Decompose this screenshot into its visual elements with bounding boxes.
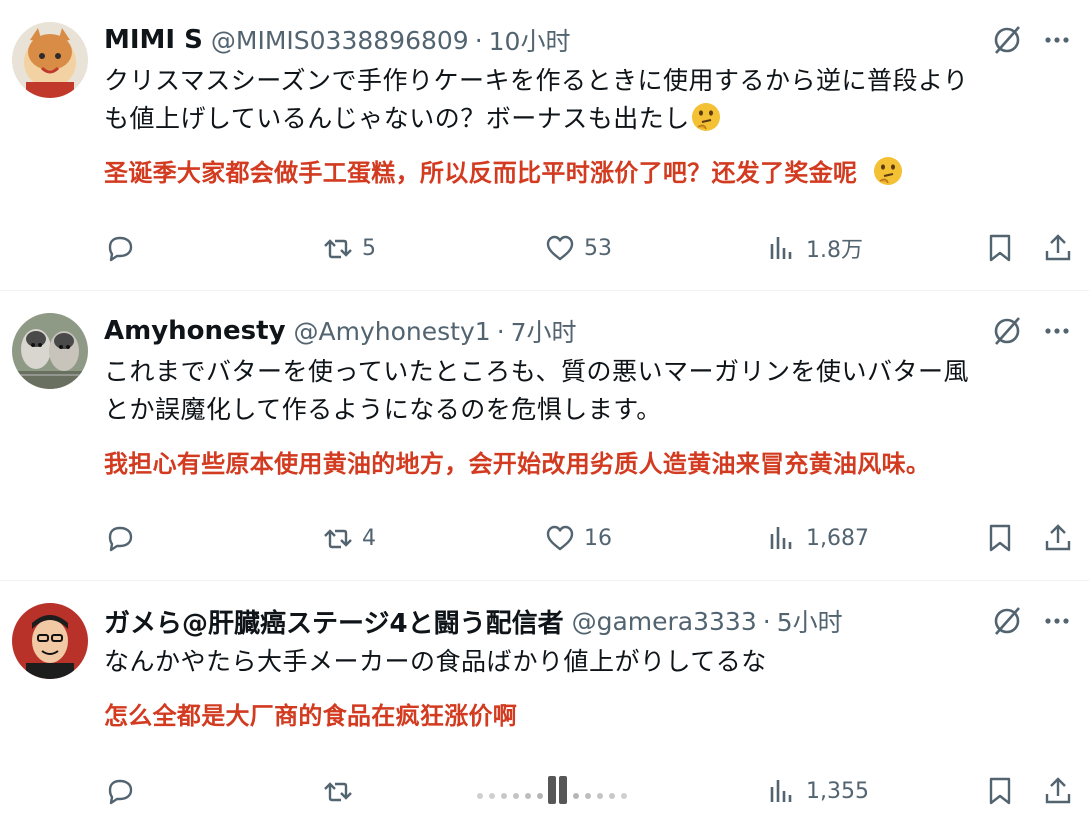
share-button[interactable] (1042, 518, 1074, 558)
views-icon (770, 780, 792, 802)
like-icon (546, 235, 574, 261)
reply-icon (108, 236, 133, 262)
tweet-text-line: これまでバターを使っていたところも、質の悪いマーガリンを使いバター風 (104, 357, 970, 386)
like-count: 16 (584, 525, 612, 551)
grok-icon[interactable] (991, 605, 1023, 637)
views-icon (770, 527, 792, 549)
retweet-count: 5 (362, 235, 376, 261)
action-bar: 4 16 1,687 (104, 518, 1079, 558)
reply-button[interactable] (104, 518, 136, 558)
retweet-icon (324, 239, 352, 259)
retweet-button[interactable]: 4 (322, 518, 376, 558)
bookmark-icon (989, 777, 1011, 805)
tweet-text-line: とか誤魔化して作るようになるのを危惧します。 (104, 395, 662, 424)
share-icon (1045, 777, 1071, 804)
reply-icon (108, 779, 133, 805)
display-name[interactable]: MIMI S (104, 25, 203, 55)
user-handle[interactable]: @gamera3333 (572, 607, 757, 636)
avatar[interactable] (12, 313, 88, 389)
display-name[interactable]: Amyhonesty (104, 316, 286, 346)
timestamp[interactable]: 10小时 (489, 22, 571, 58)
like-icon (546, 525, 574, 551)
bookmark-icon (989, 524, 1011, 552)
avatar[interactable] (12, 603, 88, 679)
views-button[interactable]: 1,355 (766, 771, 869, 811)
share-button[interactable] (1042, 771, 1074, 811)
bookmark-button[interactable] (984, 228, 1016, 268)
grok-icon[interactable] (991, 24, 1023, 56)
translation-text: 我担心有些原本使用黄油的地方，会开始改用劣质人造黄油来冒充黄油风味。 (104, 450, 931, 478)
tweet-text-line: なんかやたら大手メーカーの食品ばかり値上がりしてるな (104, 647, 767, 676)
tweet-text: なんかやたら大手メーカーの食品ばかり値上がりしてるな (104, 643, 1064, 681)
translation-text: 怎么全都是大厂商的食品在疯狂涨价啊 (104, 702, 518, 730)
tweet-header: Amyhonesty @Amyhonesty1 · 7小时 (104, 313, 577, 349)
bookmark-button[interactable] (984, 518, 1016, 558)
display-name[interactable]: ガメら@肝臓癌ステージ4と闘う配信者 (104, 603, 564, 640)
user-handle[interactable]: @MIMIS0338896809 (211, 26, 469, 55)
reply-button[interactable] (104, 771, 136, 811)
tweet-text-line: クリスマスシーズンで手作りケーキを作るときに使用するから逆に普段より (104, 66, 969, 95)
bookmark-icon (989, 234, 1011, 262)
separator: · (762, 606, 771, 636)
views-count: 1.8万 (806, 238, 863, 263)
tweet-header: ガメら@肝臓癌ステージ4と闘う配信者 @gamera3333 · 5小时 (104, 603, 843, 639)
views-count: 1,687 (806, 525, 869, 551)
share-icon (1045, 524, 1071, 551)
thinking-face-icon (691, 103, 720, 131)
tweet-text-line: も値上げしているんじゃないの？ボーナスも出たし (104, 100, 1064, 138)
reply-icon (108, 526, 133, 552)
views-button[interactable]: 1.8万 (766, 228, 863, 268)
reply-button[interactable] (104, 228, 136, 268)
like-button[interactable]: 53 (544, 228, 612, 268)
views-icon (770, 237, 792, 259)
tweet[interactable]: Amyhonesty @Amyhonesty1 · 7小时 これまでバターを使っ… (0, 291, 1089, 580)
retweet-button[interactable]: 5 (322, 228, 376, 268)
like-count: 53 (584, 235, 612, 261)
views-button[interactable]: 1,687 (766, 518, 869, 558)
user-handle[interactable]: @Amyhonesty1 (294, 317, 491, 346)
separator: · (474, 25, 483, 55)
tweet[interactable]: MIMI S @MIMIS0338896809 · 10小时 クリスマスシーズン… (0, 0, 1089, 290)
grok-icon[interactable] (991, 315, 1023, 347)
tweet-text: クリスマスシーズンで手作りケーキを作るときに使用するから逆に普段より も値上げし… (104, 62, 1064, 138)
watermark-logo (477, 776, 627, 804)
views-count: 1,355 (806, 778, 869, 804)
retweet-count: 4 (362, 525, 376, 551)
separator: · (496, 316, 505, 346)
thinking-face-icon (873, 157, 902, 185)
share-icon (1045, 234, 1071, 261)
retweet-icon (324, 782, 352, 802)
like-button[interactable]: 16 (544, 518, 612, 558)
avatar[interactable] (12, 22, 88, 98)
more-icon[interactable] (1041, 24, 1073, 56)
retweet-icon (324, 529, 352, 549)
timestamp[interactable]: 7小时 (511, 313, 577, 349)
more-icon[interactable] (1041, 605, 1073, 637)
retweet-button[interactable] (322, 771, 354, 811)
action-bar: 5 53 1.8万 (104, 228, 1079, 268)
share-button[interactable] (1042, 228, 1074, 268)
tweet-header: MIMI S @MIMIS0338896809 · 10小时 (104, 22, 570, 58)
bookmark-button[interactable] (984, 771, 1016, 811)
translation-text: 圣诞季大家都会做手工蛋糕，所以反而比平时涨价了吧？还发了奖金呢 (104, 154, 1064, 192)
more-icon[interactable] (1041, 315, 1073, 347)
tweet-text: これまでバターを使っていたところも、質の悪いマーガリンを使いバター風 とか誤魔化… (104, 353, 1064, 429)
timestamp[interactable]: 5小时 (777, 603, 843, 639)
